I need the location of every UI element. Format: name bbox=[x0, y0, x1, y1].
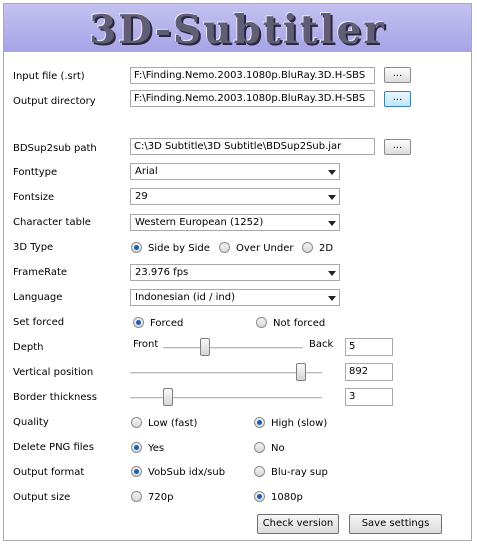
output-size-label: Output size bbox=[13, 492, 71, 503]
radio-label: Yes bbox=[148, 443, 165, 454]
radio-label: Over Under bbox=[236, 243, 294, 254]
delete-png-yes-radio[interactable]: Yes bbox=[131, 442, 164, 455]
output-directory-field[interactable]: F:\Finding.Nemo.2003.1080p.BluRay.3D.H-S… bbox=[130, 90, 375, 107]
output-size-720p-radio[interactable]: 720p bbox=[131, 491, 173, 504]
radio-label: Not forced bbox=[273, 318, 326, 329]
radio-label: 1080p bbox=[271, 492, 303, 503]
output-format-vobsub-radio[interactable]: VobSub idx/sub bbox=[131, 466, 225, 479]
input-file-browse-button[interactable]: ... bbox=[384, 67, 411, 83]
quality-high-radio[interactable]: High (slow) bbox=[254, 417, 327, 430]
radio-unchecked-icon bbox=[131, 491, 142, 502]
border-thickness-label: Border thickness bbox=[13, 392, 97, 403]
radio-unchecked-icon bbox=[256, 317, 267, 328]
radio-label: Low (fast) bbox=[148, 418, 198, 429]
set-forced-label: Set forced bbox=[13, 317, 65, 328]
language-value: Indonesian (id / ind) bbox=[135, 292, 235, 303]
radio-unchecked-icon bbox=[254, 466, 265, 477]
framerate-value: 23.976 fps bbox=[135, 267, 189, 278]
depth-label: Depth bbox=[13, 342, 44, 353]
radio-checked-icon bbox=[131, 242, 142, 253]
radio-label: No bbox=[271, 443, 285, 454]
radio-checked-icon bbox=[133, 317, 144, 328]
quality-low-radio[interactable]: Low (fast) bbox=[131, 417, 197, 430]
bdsup2sub-browse-button[interactable]: ... bbox=[384, 139, 411, 155]
quality-label: Quality bbox=[13, 417, 49, 428]
radio-label: VobSub idx/sub bbox=[148, 467, 226, 478]
chevron-down-icon bbox=[328, 221, 336, 226]
save-settings-button[interactable]: Save settings bbox=[349, 514, 442, 534]
output-size-1080p-radio[interactable]: 1080p bbox=[254, 491, 303, 504]
vertical-position-slider-track bbox=[130, 372, 322, 374]
character-table-value: Western European (1252) bbox=[135, 217, 264, 228]
radio-checked-icon bbox=[254, 491, 265, 502]
set-forced-not-forced-radio[interactable]: Not forced bbox=[256, 317, 325, 330]
radio-checked-icon bbox=[254, 417, 265, 428]
vertical-position-label: Vertical position bbox=[13, 367, 94, 378]
output-directory-label: Output directory bbox=[13, 96, 96, 107]
chevron-down-icon bbox=[328, 170, 336, 175]
character-table-select[interactable]: Western European (1252) bbox=[130, 214, 340, 231]
radio-label: High (slow) bbox=[271, 418, 328, 429]
depth-value-field[interactable]: 5 bbox=[345, 338, 393, 356]
chevron-down-icon bbox=[328, 296, 336, 301]
chevron-down-icon bbox=[328, 271, 336, 276]
app-banner: 3D-Subtitler bbox=[4, 4, 471, 53]
bdsup2sub-path-field[interactable]: C:\3D Subtitle\3D Subtitle\BDSup2Sub.jar bbox=[130, 138, 375, 155]
radio-label: 720p bbox=[148, 492, 174, 503]
border-thickness-value-field[interactable]: 3 bbox=[345, 388, 393, 406]
border-thickness-slider-thumb[interactable] bbox=[163, 388, 174, 406]
output-directory-browse-button[interactable]: ... bbox=[384, 91, 411, 107]
radio-unchecked-icon bbox=[302, 242, 313, 253]
framerate-label: FrameRate bbox=[13, 267, 68, 278]
fonttype-label: Fonttype bbox=[13, 167, 58, 178]
depth-slider-track bbox=[163, 347, 303, 349]
delete-png-label: Delete PNG files bbox=[13, 442, 94, 453]
radio-label: Side by Side bbox=[148, 243, 210, 254]
type-3d-label: 3D Type bbox=[13, 242, 54, 253]
type-3d-side-by-side-radio[interactable]: Side by Side bbox=[131, 242, 210, 255]
radio-unchecked-icon bbox=[254, 442, 265, 453]
framerate-select[interactable]: 23.976 fps bbox=[130, 264, 340, 281]
character-table-label: Character table bbox=[13, 217, 91, 228]
radio-unchecked-icon bbox=[219, 242, 230, 253]
radio-label: 2D bbox=[319, 243, 334, 254]
language-label: Language bbox=[13, 292, 63, 303]
depth-front-label: Front bbox=[133, 339, 159, 350]
check-version-button[interactable]: Check version bbox=[257, 514, 339, 534]
type-3d-2d-radio[interactable]: 2D bbox=[302, 242, 333, 255]
delete-png-no-radio[interactable]: No bbox=[254, 442, 285, 455]
depth-back-label: Back bbox=[309, 339, 334, 350]
vertical-position-slider-thumb[interactable] bbox=[295, 363, 306, 381]
fonttype-select[interactable]: Arial bbox=[130, 163, 340, 180]
chevron-down-icon bbox=[328, 195, 336, 200]
fonttype-value: Arial bbox=[135, 166, 158, 177]
language-select[interactable]: Indonesian (id / ind) bbox=[130, 289, 340, 306]
input-file-field[interactable]: F:\Finding.Nemo.2003.1080p.BluRay.3D.H-S… bbox=[130, 67, 375, 84]
border-thickness-slider-track bbox=[130, 397, 322, 399]
app-title: 3D-Subtitler bbox=[89, 7, 386, 53]
fontsize-select[interactable]: 29 bbox=[130, 188, 340, 205]
radio-unchecked-icon bbox=[131, 417, 142, 428]
output-format-label: Output format bbox=[13, 467, 85, 478]
radio-label: Forced bbox=[150, 318, 184, 329]
radio-label: Blu-ray sup bbox=[271, 467, 328, 478]
depth-slider-thumb[interactable] bbox=[200, 338, 210, 356]
fontsize-value: 29 bbox=[135, 191, 148, 202]
vertical-position-value-field[interactable]: 892 bbox=[345, 363, 393, 381]
radio-checked-icon bbox=[131, 466, 142, 477]
type-3d-over-under-radio[interactable]: Over Under bbox=[219, 242, 294, 255]
output-format-bluray-radio[interactable]: Blu-ray sup bbox=[254, 466, 328, 479]
fontsize-label: Fontsize bbox=[13, 192, 55, 203]
bdsup2sub-label: BDSup2sub path bbox=[13, 143, 97, 154]
set-forced-forced-radio[interactable]: Forced bbox=[133, 317, 183, 330]
input-file-label: Input file (.srt) bbox=[13, 71, 85, 82]
radio-checked-icon bbox=[131, 442, 142, 453]
